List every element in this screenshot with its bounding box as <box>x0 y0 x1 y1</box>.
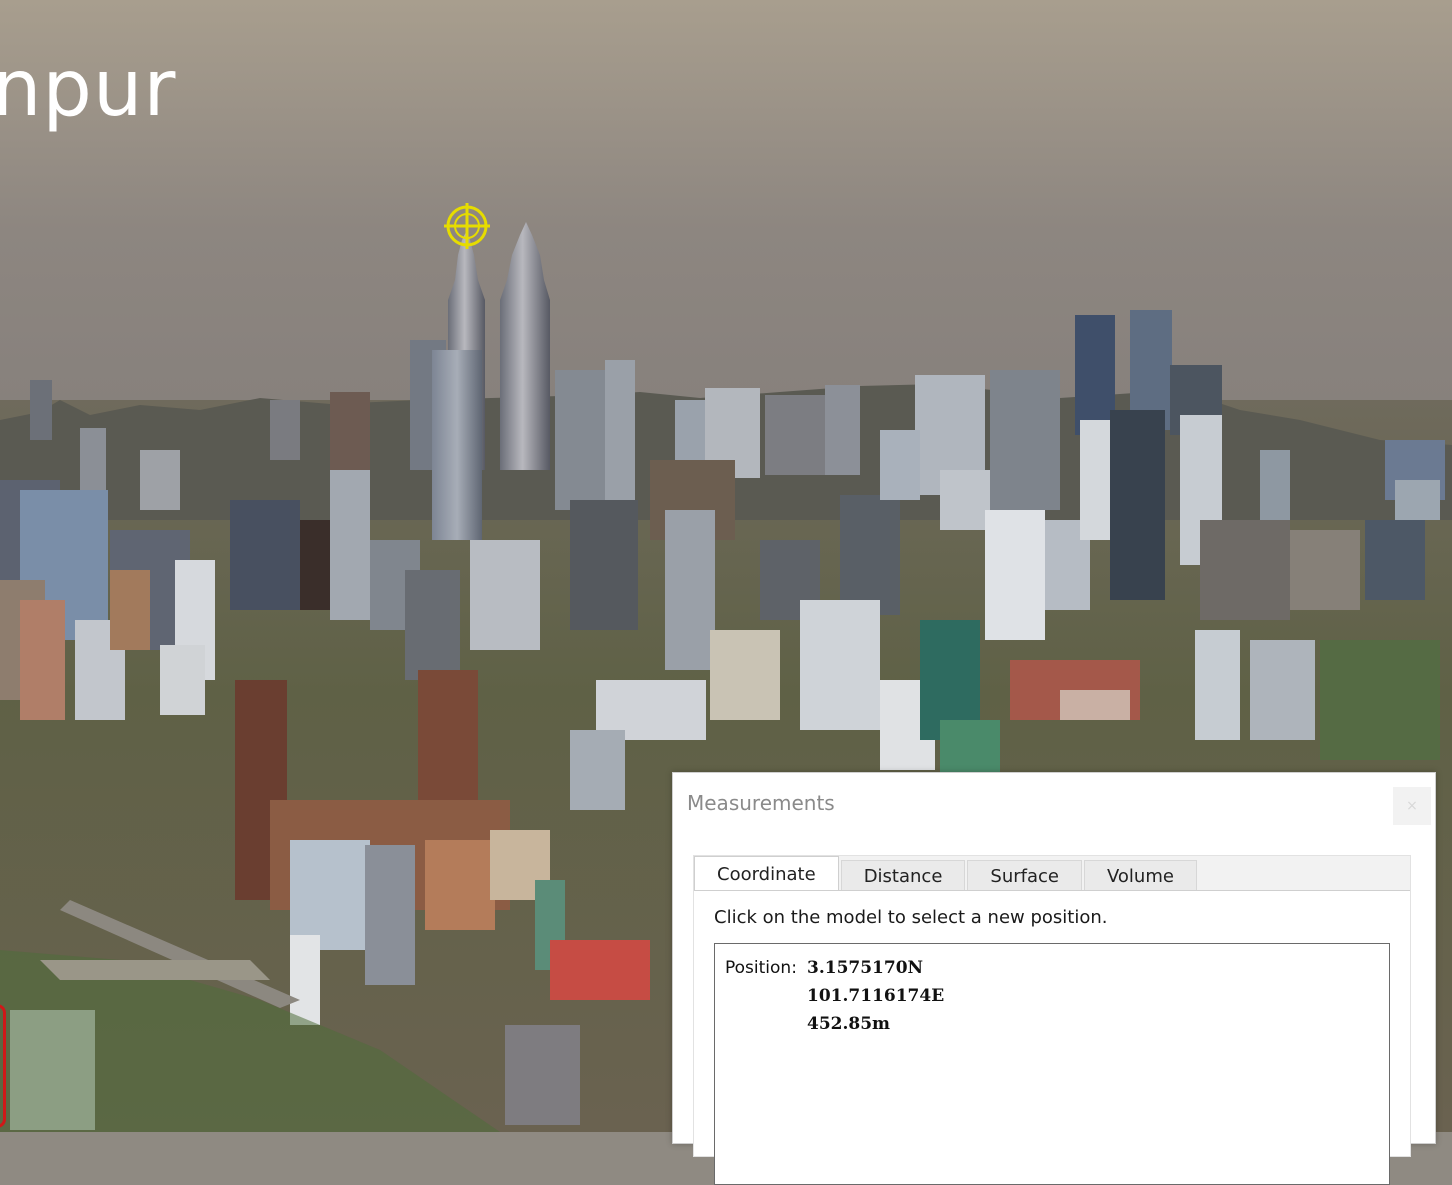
selection-highlight-marker <box>0 1004 6 1128</box>
location-title-fragment: npur <box>0 44 177 134</box>
measurement-tabs: Coordinate Distance Surface Volume <box>694 856 1199 892</box>
position-output-box[interactable]: Position: 3.1575170N 101.7116174E 452.85… <box>714 943 1390 1185</box>
dialog-title: Measurements <box>687 791 835 815</box>
tab-coordinate[interactable]: Coordinate <box>694 856 839 892</box>
position-label: Position: <box>725 958 797 978</box>
tab-volume[interactable]: Volume <box>1083 860 1197 892</box>
close-icon[interactable]: × <box>1393 787 1431 825</box>
longitude-value: 101.7116174E <box>807 986 945 1006</box>
road <box>40 960 270 980</box>
dialog-header: Measurements × <box>673 773 1435 833</box>
latitude-value: 3.1575170N <box>807 958 924 978</box>
measurements-dialog: Measurements × Coordinate Distance Surfa… <box>672 772 1436 1185</box>
altitude-value: 452.85m <box>807 1014 891 1034</box>
coordinate-panel: Click on the model to select a new posit… <box>694 890 1410 1185</box>
tab-distance[interactable]: Distance <box>840 860 966 892</box>
dialog-body: Coordinate Distance Surface Volume Click… <box>693 855 1411 1185</box>
selected-position-crosshair-icon <box>444 203 490 249</box>
tab-surface[interactable]: Surface <box>967 860 1082 892</box>
instruction-text: Click on the model to select a new posit… <box>714 907 1108 928</box>
